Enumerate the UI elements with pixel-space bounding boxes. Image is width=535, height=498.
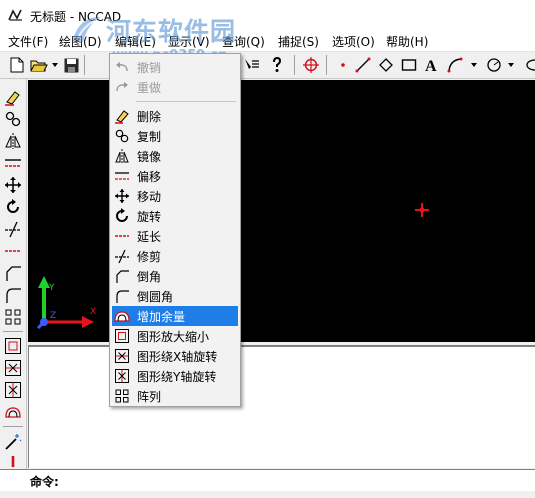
title-bar: 无标题 - NCCAD	[0, 0, 535, 30]
polygon-icon[interactable]	[377, 56, 395, 74]
allowance-icon[interactable]	[3, 402, 23, 422]
trim-icon[interactable]	[3, 219, 23, 239]
menu-query[interactable]: 查询(Q)	[222, 33, 265, 50]
menu-item-offset[interactable]: 偏移	[112, 166, 238, 186]
rotate-x-icon	[114, 348, 130, 364]
menu-file[interactable]: 文件(F)	[8, 33, 48, 50]
save-icon[interactable]	[62, 56, 80, 74]
command-history	[28, 345, 535, 468]
move-icon	[114, 188, 130, 204]
axis-y-label: Y	[48, 283, 55, 293]
menu-item-rotate-y[interactable]: 图形绕Y轴旋转	[112, 366, 238, 386]
menu-item-delete[interactable]: 删除	[112, 106, 238, 126]
rotate-icon[interactable]	[3, 197, 23, 217]
new-file-icon[interactable]	[8, 56, 26, 74]
menu-options[interactable]: 选项(O)	[332, 33, 375, 50]
status-bar	[0, 491, 535, 498]
arc-dropdown-icon[interactable]	[471, 63, 477, 67]
main-toolbar: A	[0, 52, 535, 79]
offset-icon[interactable]	[3, 153, 23, 173]
edit-toolbar	[0, 79, 27, 473]
wand-icon[interactable]	[3, 432, 23, 452]
app-logo-icon	[8, 9, 22, 21]
menu-snap[interactable]: 捕捉(S)	[278, 33, 319, 50]
rectangle-icon[interactable]	[400, 56, 418, 74]
rotate-y-icon	[114, 368, 130, 384]
offset-icon	[114, 168, 130, 184]
copy-icon	[114, 128, 130, 144]
move-icon[interactable]	[3, 175, 23, 195]
snap-cursor-icon[interactable]	[243, 56, 261, 74]
menu-item-copy[interactable]: 复制	[112, 126, 238, 146]
mirror-icon[interactable]	[3, 131, 23, 151]
ucs-axes-icon: Y X Z	[36, 276, 96, 330]
circle-dropdown-icon[interactable]	[508, 63, 514, 67]
extend-icon[interactable]	[3, 241, 23, 261]
open-folder-icon[interactable]	[30, 56, 48, 74]
menu-item-redo[interactable]: 重做	[112, 77, 238, 97]
circle-icon[interactable]	[485, 56, 503, 74]
command-prompt-label: 命令:	[30, 475, 59, 489]
array-icon[interactable]	[3, 307, 23, 327]
rotate-icon	[114, 208, 130, 224]
scale-icon	[114, 328, 130, 344]
eraser-icon[interactable]	[3, 87, 23, 107]
command-line[interactable]: 命令:	[0, 469, 535, 491]
chamfer-icon[interactable]	[3, 263, 23, 283]
eraser-icon	[114, 108, 130, 124]
rotate-x-icon[interactable]	[3, 358, 23, 378]
redo-icon	[114, 79, 130, 95]
menu-item-extend[interactable]: 延长	[112, 226, 238, 246]
copy-icon[interactable]	[3, 109, 23, 129]
crosshair-cursor-icon	[415, 203, 429, 217]
allowance-icon	[114, 308, 130, 324]
window-title: 无标题 - NCCAD	[30, 10, 122, 24]
help-question-icon[interactable]	[268, 56, 286, 74]
fillet-icon[interactable]	[3, 285, 23, 305]
arc-icon[interactable]	[446, 56, 464, 74]
menu-item-trim[interactable]: 修剪	[112, 246, 238, 266]
scale-icon[interactable]	[3, 336, 23, 356]
array-icon	[114, 388, 130, 404]
rotate-y-icon[interactable]	[3, 380, 23, 400]
axis-z-label: Z	[50, 311, 56, 321]
menu-edit[interactable]: 编辑(E)	[115, 33, 156, 50]
menu-item-rotate-x[interactable]: 图形绕X轴旋转	[112, 346, 238, 366]
line-icon[interactable]	[354, 56, 372, 74]
menu-item-scale[interactable]: 图形放大缩小	[112, 326, 238, 346]
menu-draw[interactable]: 绘图(D)	[59, 33, 102, 50]
trim-icon	[114, 248, 130, 264]
svg-text:A: A	[425, 58, 437, 73]
extend-icon	[114, 228, 130, 244]
menu-item-move[interactable]: 移动	[112, 186, 238, 206]
axis-x-label: X	[90, 307, 96, 317]
target-crosshair-icon[interactable]	[302, 56, 320, 74]
menu-item-mirror[interactable]: 镜像	[112, 146, 238, 166]
menu-bar: 文件(F) 绘图(D) 编辑(E) 显示(V) 查询(Q) 捕捉(S) 选项(O…	[0, 30, 535, 52]
fillet-icon	[114, 288, 130, 304]
menu-item-allowance[interactable]: 增加余量	[112, 306, 238, 326]
drawing-canvas[interactable]: Y X Z	[28, 80, 535, 342]
menu-view[interactable]: 显示(V)	[168, 33, 210, 50]
undo-icon	[114, 59, 130, 75]
mirror-icon	[114, 148, 130, 164]
menu-item-rotate[interactable]: 旋转	[112, 206, 238, 226]
menu-item-fillet[interactable]: 倒圆角	[112, 286, 238, 306]
menu-item-undo[interactable]: 撤销	[112, 57, 238, 77]
edit-menu-dropdown: 撤销 重做 删除 复制 镜像 偏移 移动 旋转 延长 修剪 倒角 倒圆角 增加余…	[109, 53, 241, 407]
menu-item-chamfer[interactable]: 倒角	[112, 266, 238, 286]
text-icon[interactable]: A	[423, 56, 441, 74]
menu-item-array[interactable]: 阵列	[112, 386, 238, 406]
point-icon[interactable]	[334, 56, 352, 74]
open-dropdown-icon[interactable]	[52, 63, 58, 67]
chamfer-icon	[114, 268, 130, 284]
ellipse-icon[interactable]	[522, 56, 535, 74]
menu-help[interactable]: 帮助(H)	[386, 33, 428, 50]
